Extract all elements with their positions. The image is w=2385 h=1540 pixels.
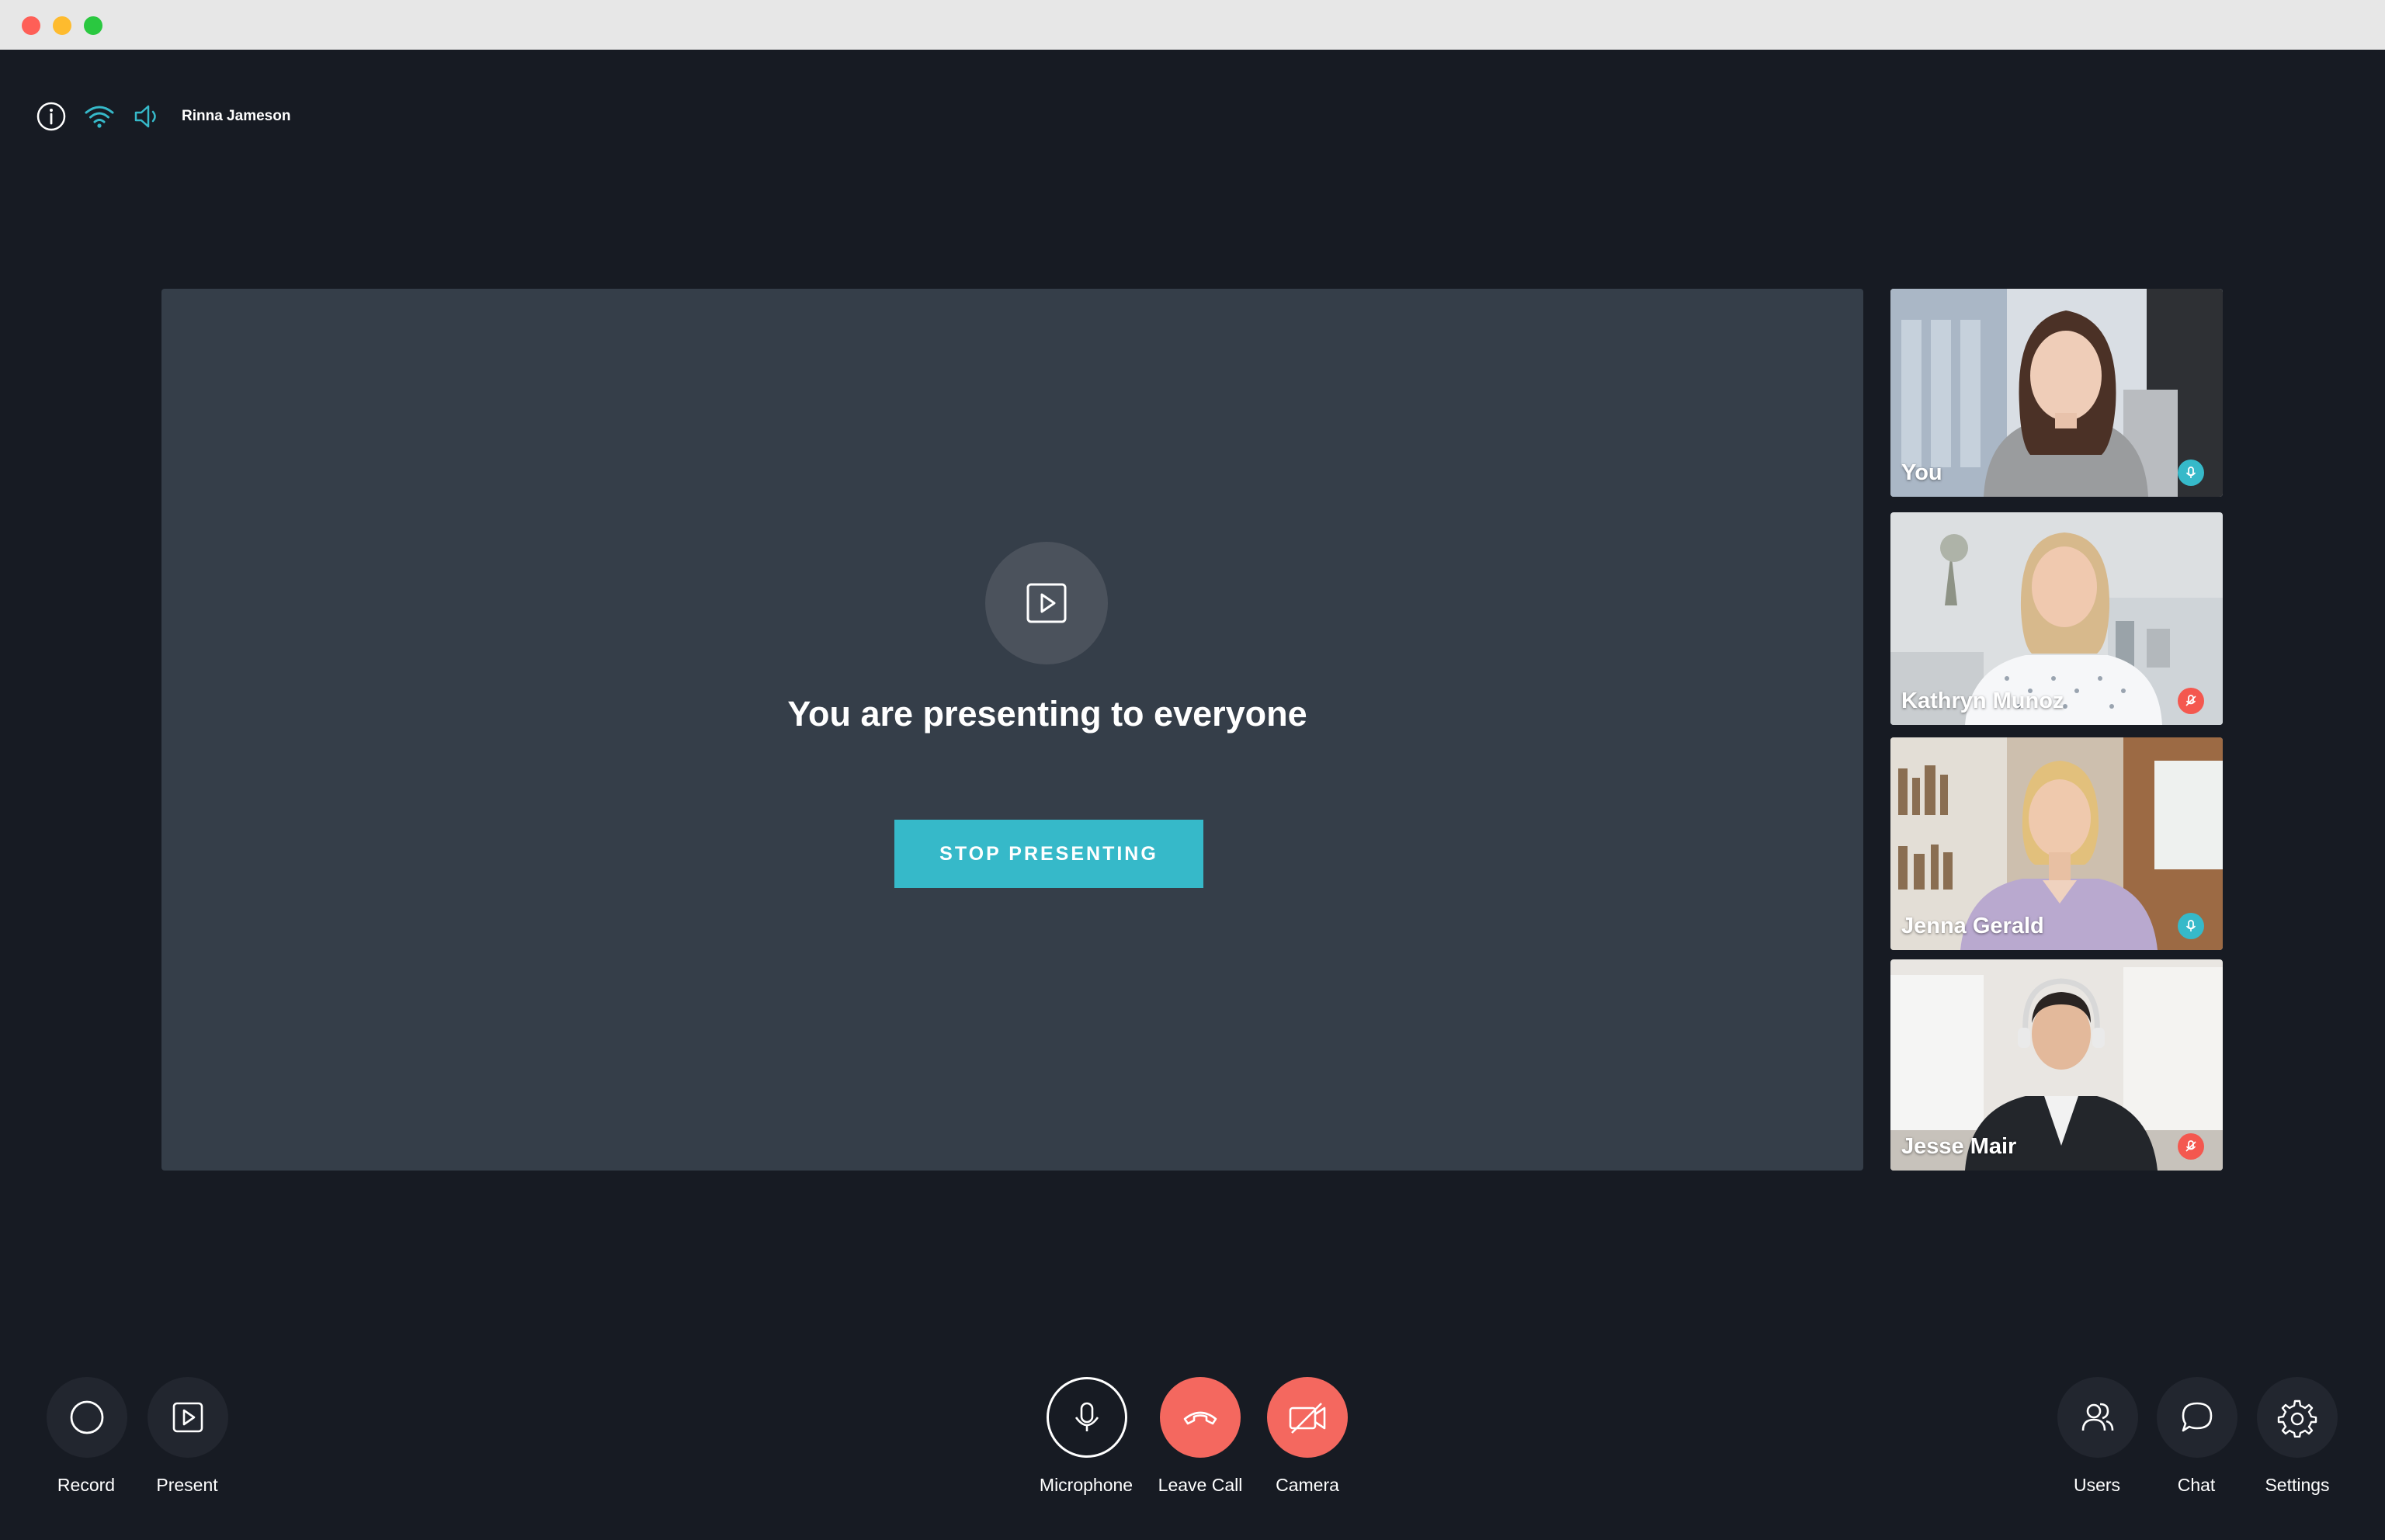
users-button[interactable] [2057,1377,2138,1458]
status-bar: Rinna Jameson [34,99,290,134]
present-label: Present [156,1475,218,1495]
phone-hangup-icon [1183,1411,1217,1425]
mic-muted-icon [2185,695,2196,706]
settings-button[interactable] [2257,1377,2338,1458]
camera-label: Camera [1276,1475,1339,1495]
stop-presenting-button[interactable]: STOP PRESENTING [894,820,1203,888]
speaker-icon[interactable] [130,99,165,134]
camera-button[interactable] [1267,1377,1348,1458]
microphone-button[interactable] [1047,1377,1127,1458]
microphone-icon [1074,1402,1099,1431]
users-icon [2081,1403,2114,1431]
present-icon [172,1402,203,1433]
participant-name: Kathryn Munoz [1901,688,2064,713]
mic-on-badge [2178,460,2204,486]
participant-name: Jenna Gerald [1901,914,2044,938]
camera-off-icon [1289,1403,1326,1434]
mic-icon [2185,467,2196,478]
chat-icon [2182,1402,2213,1432]
mic-muted-icon [2185,1140,2196,1152]
record-button[interactable] [47,1377,127,1458]
participant-tile[interactable]: You [1890,289,2223,497]
window-titlebar [0,0,2385,50]
chat-button[interactable] [2157,1377,2237,1458]
participant-tile[interactable]: Jenna Gerald [1890,737,2223,950]
present-button[interactable] [148,1377,228,1458]
participant-name: Jesse Mair [1901,1134,2017,1159]
record-icon [70,1400,104,1434]
mic-on-badge [2178,913,2204,939]
user-name: Rinna Jameson [182,108,291,124]
present-icon [1026,583,1067,623]
presenting-message: You are presenting to everyone [787,694,1307,734]
mic-muted-badge [2178,688,2204,714]
mic-muted-badge [2178,1133,2204,1160]
minimize-window-button[interactable] [53,16,71,35]
maximize-window-button[interactable] [84,16,102,35]
settings-label: Settings [2265,1475,2330,1495]
participant-tile[interactable]: Kathryn Munoz [1890,512,2223,725]
info-icon[interactable] [34,99,68,134]
close-window-button[interactable] [22,16,40,35]
participant-name: You [1901,460,1942,485]
mic-icon [2185,920,2196,931]
wifi-icon [85,106,114,128]
leave-call-button[interactable] [1160,1377,1241,1458]
presenting-indicator [985,542,1108,664]
gear-icon [2277,1400,2317,1438]
presentation-stage: You are presenting to everyone STOP PRES… [161,289,1863,1171]
participant-tile[interactable]: Jesse Mair [1890,959,2223,1171]
